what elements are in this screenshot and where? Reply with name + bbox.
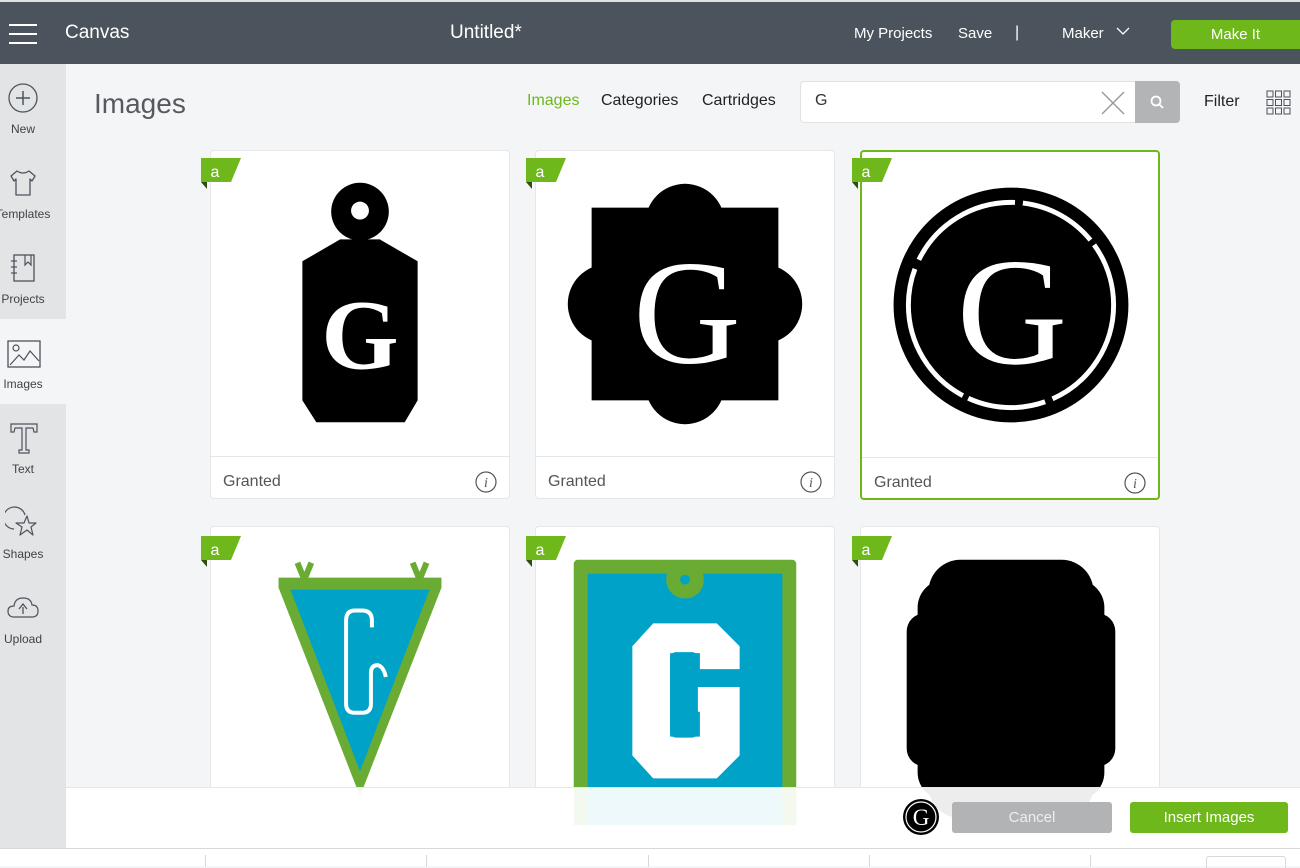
access-badge-icon: a (201, 536, 241, 567)
chevron-down-icon[interactable] (1116, 26, 1130, 36)
image-card[interactable] (860, 526, 1160, 826)
scalloped-square-image (906, 559, 1116, 819)
grid-view-icon[interactable] (1266, 90, 1291, 115)
my-projects-link[interactable]: My Projects (854, 25, 932, 42)
svg-text:i: i (1133, 477, 1137, 492)
make-it-button[interactable]: Make It (1171, 20, 1300, 49)
page-title: Images (94, 88, 186, 119)
nav-divider: | (1015, 24, 1020, 41)
sidebar-item-shapes[interactable]: Shapes (0, 489, 66, 574)
strip-divider (205, 855, 206, 867)
insert-images-button[interactable]: Insert Images (1130, 802, 1288, 833)
access-badge-icon: a (201, 158, 241, 189)
image-card-selected[interactable]: G Granted i (860, 150, 1160, 500)
sidebar-label: Upload (3, 632, 43, 646)
access-badge-icon: a (852, 158, 892, 189)
sidebar-item-upload[interactable]: Upload (0, 574, 66, 659)
sidebar-label: Projects (1, 292, 45, 306)
action-bar (66, 787, 1300, 848)
cancel-button[interactable]: Cancel (952, 802, 1112, 833)
sidebar-item-images[interactable]: Images (0, 319, 66, 404)
strip-divider (869, 855, 870, 867)
top-bar: Canvas Untitled* My Projects Save | Make… (0, 0, 1300, 64)
quatrefoil-g-image: G (567, 183, 803, 425)
search-input[interactable] (815, 92, 1085, 110)
tab-cartridges[interactable]: Cartridges (702, 92, 776, 110)
card-footer: Granted i (211, 456, 509, 498)
image-icon (7, 340, 41, 368)
hamburger-menu-icon[interactable] (9, 24, 37, 44)
document-title[interactable]: Untitled* (450, 22, 522, 44)
notebook-icon (11, 254, 35, 282)
search-field (800, 81, 1136, 123)
image-name: Granted (874, 474, 932, 491)
sidebar-item-text[interactable]: Text (0, 404, 66, 489)
image-card[interactable] (210, 526, 510, 826)
card-footer: Granted i (536, 456, 834, 498)
varsity-tag-g-image (573, 559, 797, 825)
image-card[interactable]: G Granted i (535, 150, 835, 499)
svg-text:a: a (536, 542, 545, 559)
filter-button[interactable]: Filter (1204, 93, 1240, 111)
sidebar-label: Shapes (2, 547, 44, 561)
save-link[interactable]: Save (958, 25, 992, 42)
access-badge-icon: a (526, 158, 566, 189)
tab-categories[interactable]: Categories (601, 92, 678, 110)
sidebar-label: Templates (0, 207, 51, 221)
svg-text:a: a (211, 542, 220, 559)
pennant-g-image (278, 561, 442, 797)
info-icon[interactable]: i (1124, 472, 1146, 494)
card-footer: Granted i (862, 457, 1158, 498)
strip-control[interactable] (1206, 856, 1286, 868)
bottom-strip (0, 848, 1300, 868)
svg-text:G: G (913, 805, 930, 830)
svg-text:a: a (211, 164, 220, 181)
selected-image-thumbnail[interactable]: G (902, 798, 940, 836)
svg-text:a: a (862, 542, 871, 559)
search-icon (1150, 95, 1164, 109)
search-button[interactable] (1135, 81, 1180, 123)
circle-seal-g-image: G (893, 187, 1129, 423)
cloud-upload-icon (7, 597, 39, 618)
sidebar-label: Images (3, 377, 43, 391)
text-t-icon (10, 423, 38, 454)
plus-circle-icon (8, 83, 38, 113)
strip-divider (426, 855, 427, 867)
machine-selector[interactable]: Maker (1062, 25, 1104, 42)
access-badge-icon: a (852, 536, 892, 567)
sidebar-item-new[interactable]: New (0, 64, 66, 149)
image-card[interactable]: G Granted i (210, 150, 510, 499)
svg-text:a: a (536, 164, 545, 181)
svg-text:G: G (321, 281, 398, 391)
strip-divider (648, 855, 649, 867)
sidebar-item-projects[interactable]: Projects (0, 234, 66, 319)
sidebar-item-templates[interactable]: Templates (0, 149, 66, 234)
app-title: Canvas (65, 22, 130, 43)
info-icon[interactable]: i (800, 471, 822, 493)
image-name: Granted (548, 473, 606, 490)
svg-text:i: i (809, 476, 813, 491)
svg-text:G: G (957, 228, 1067, 397)
image-name: Granted (223, 473, 281, 490)
clear-search-icon[interactable] (1101, 91, 1125, 115)
tshirt-icon (10, 170, 36, 196)
sidebar-label: New (10, 122, 35, 136)
access-badge-icon: a (526, 536, 566, 567)
svg-text:G: G (633, 231, 741, 396)
strip-divider (1090, 855, 1091, 867)
info-icon[interactable]: i (475, 471, 497, 493)
sidebar: New Templates Projects Images Text Shape… (0, 64, 66, 848)
tab-images[interactable]: Images (527, 92, 579, 110)
svg-text:i: i (484, 476, 488, 491)
sidebar-label: Text (11, 462, 34, 476)
svg-text:a: a (862, 164, 871, 181)
tag-g-image: G (302, 182, 418, 423)
image-card[interactable] (535, 526, 835, 826)
shapes-icon (5, 506, 37, 536)
